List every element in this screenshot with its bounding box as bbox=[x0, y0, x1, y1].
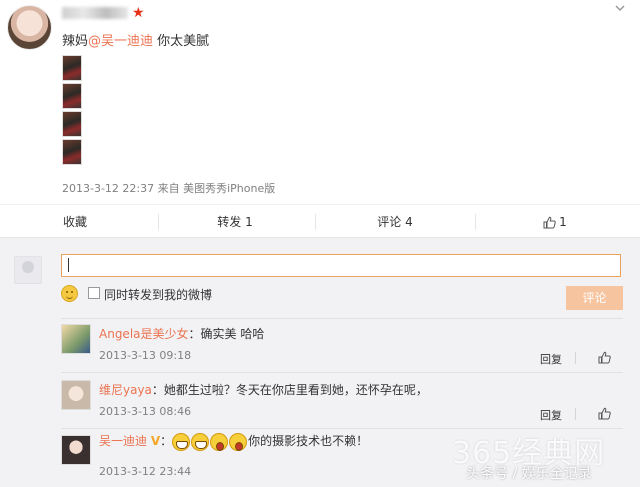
favorite-label: 收藏 bbox=[62, 215, 87, 229]
comment-action-divider bbox=[575, 352, 576, 364]
caption-watermark: 头条号 / 娱乐全记录 bbox=[466, 466, 592, 482]
comment-divider bbox=[61, 318, 623, 319]
chevron-down-icon[interactable] bbox=[614, 2, 626, 14]
repost-label: 转发 1 bbox=[217, 215, 253, 229]
vip-star-icon: ★ bbox=[132, 5, 145, 21]
author-avatar[interactable] bbox=[7, 5, 52, 50]
shocked-emoji-icon bbox=[229, 432, 248, 451]
comment-divider bbox=[61, 372, 623, 373]
comment-text: 吴一迪迪 V： 你的摄影技术也不赖！ bbox=[99, 432, 368, 451]
author-name[interactable] bbox=[62, 7, 128, 21]
like-button[interactable]: 1 bbox=[500, 205, 610, 239]
favorite-button[interactable]: 收藏 bbox=[20, 205, 130, 239]
post-image-thumbnail[interactable] bbox=[62, 55, 82, 81]
text-cursor bbox=[68, 258, 69, 272]
commenter-avatar[interactable] bbox=[61, 324, 91, 354]
thumbs-up-icon[interactable] bbox=[598, 407, 611, 420]
commenter-avatar[interactable] bbox=[61, 380, 91, 410]
comment-text: Angela是美少女：确实美 哈哈 bbox=[99, 325, 264, 342]
action-divider bbox=[158, 214, 159, 230]
action-divider bbox=[475, 214, 476, 230]
repost-button[interactable]: 转发 1 bbox=[180, 205, 290, 239]
thumbs-up-icon bbox=[543, 216, 556, 229]
comment-input[interactable] bbox=[61, 254, 621, 277]
commenter-name[interactable]: 吴一迪迪 bbox=[99, 434, 147, 448]
grin-emoji-icon bbox=[172, 432, 191, 451]
submit-comment-button[interactable]: 评论 bbox=[566, 286, 623, 310]
repost-checkbox[interactable] bbox=[88, 287, 100, 299]
comment-colon: ： bbox=[160, 434, 173, 448]
reply-button[interactable]: 回复 bbox=[540, 351, 562, 367]
weibo-post: ★ 辣妈@吴一迪迪 你太美腻 2013-3-12 22:37 来自 美图秀秀iP… bbox=[0, 0, 640, 204]
comment-action-divider bbox=[575, 408, 576, 420]
post-text-suffix: 你太美腻 bbox=[153, 34, 210, 49]
verified-badge-icon: V bbox=[150, 434, 161, 448]
post-image-list bbox=[62, 55, 82, 167]
current-user-avatar bbox=[14, 256, 42, 284]
comment-time: 2013-3-13 09:18 bbox=[99, 349, 192, 362]
commenter-name[interactable]: 维尼yaya bbox=[99, 383, 152, 397]
like-count: 1 bbox=[559, 215, 567, 229]
post-image-thumbnail[interactable] bbox=[62, 83, 82, 109]
post-meta: 2013-3-12 22:37 来自 美图秀秀iPhone版 bbox=[62, 182, 276, 195]
commenter-avatar[interactable] bbox=[61, 435, 91, 465]
comment-text: 维尼yaya：她都生过啦？冬天在你店里看到她，还怀孕在呢， bbox=[99, 381, 428, 398]
post-image-thumbnail[interactable] bbox=[62, 111, 82, 137]
thumbs-up-icon[interactable] bbox=[598, 351, 611, 364]
action-divider bbox=[315, 214, 316, 230]
comment-time: 2013-3-13 08:46 bbox=[99, 405, 192, 418]
grin-emoji-icon bbox=[191, 432, 210, 451]
comment-time: 2013-3-12 23:44 bbox=[99, 465, 192, 478]
mention-link[interactable]: @吴一迪迪 bbox=[88, 34, 153, 49]
post-image-thumbnail[interactable] bbox=[62, 139, 82, 165]
shocked-emoji-icon bbox=[210, 432, 229, 451]
post-action-bar: 收藏 转发 1 评论 4 1 bbox=[0, 204, 640, 238]
commenter-name[interactable]: Angela是美少女 bbox=[99, 327, 189, 341]
comment-label: 评论 4 bbox=[377, 215, 413, 229]
comment-body: ：确实美 哈哈 bbox=[188, 327, 265, 341]
comment-body: ：她都生过啦？冬天在你店里看到她，还怀孕在呢， bbox=[151, 383, 428, 397]
emoji-icon[interactable] bbox=[61, 285, 78, 302]
reply-button[interactable]: 回复 bbox=[540, 407, 562, 423]
comment-button[interactable]: 评论 4 bbox=[340, 205, 450, 239]
repost-checkbox-label[interactable]: 同时转发到我的微博 bbox=[104, 286, 212, 303]
post-text: 辣妈@吴一迪迪 你太美腻 bbox=[62, 30, 209, 49]
post-text-prefix: 辣妈 bbox=[62, 34, 89, 49]
comment-body: 你的摄影技术也不赖！ bbox=[248, 434, 369, 448]
author-name-blurred bbox=[62, 7, 128, 19]
